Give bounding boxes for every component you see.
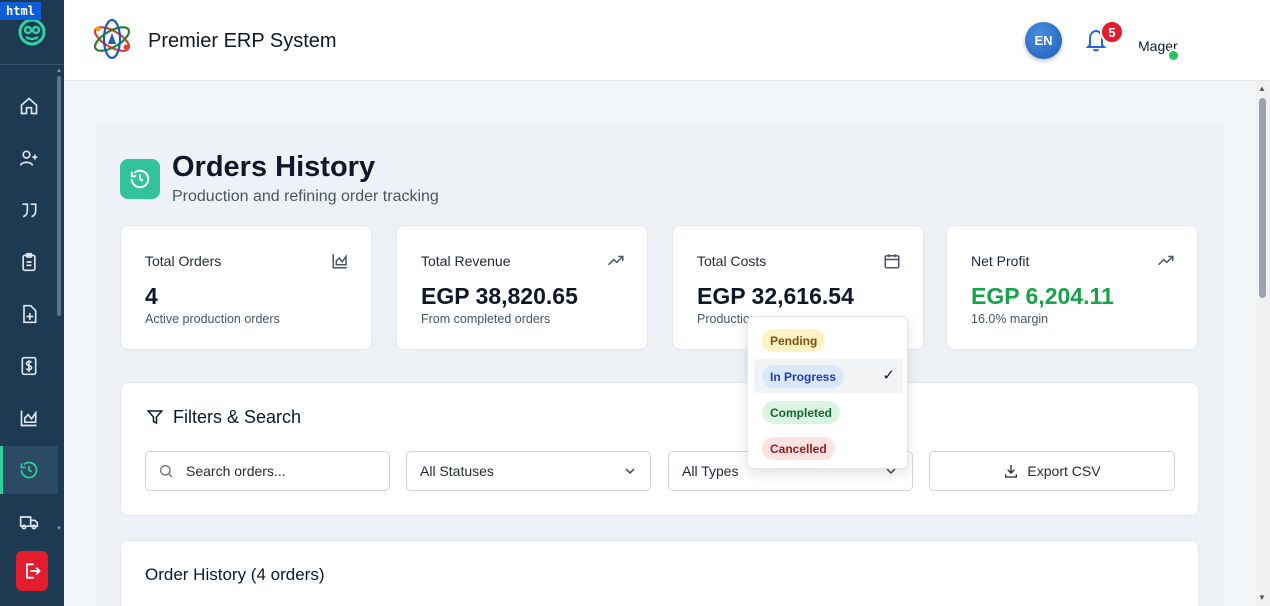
- export-csv-label: Export CSV: [1027, 463, 1101, 479]
- status-option-pending[interactable]: Pending: [754, 323, 903, 357]
- sidebar: ▲ ▼: [0, 0, 64, 606]
- logout-button[interactable]: [16, 551, 48, 591]
- status-dropdown-menu: Pending In Progress ✓ Completed Cancelle…: [747, 316, 908, 469]
- sidebar-item-new-document[interactable]: [0, 290, 58, 338]
- page-title: Orders History: [172, 151, 376, 183]
- truck-icon: [19, 516, 39, 530]
- calendar-icon: [884, 254, 900, 269]
- page-subtitle: Production and refining order tracking: [172, 188, 439, 205]
- history-icon: [20, 461, 38, 479]
- sidebar-item-finance[interactable]: [0, 342, 58, 390]
- home-icon: [20, 97, 38, 115]
- sidebar-divider: [0, 64, 64, 65]
- filters-card: [120, 382, 1199, 516]
- logout-icon: [26, 563, 41, 579]
- stat-note: 16.0% margin: [971, 312, 1049, 326]
- chevron-down-icon: [625, 468, 635, 475]
- sidebar-scroll-up-icon[interactable]: ▲: [56, 68, 62, 74]
- notification-count-badge: 5: [1100, 20, 1124, 44]
- stat-label: Total Orders: [145, 253, 222, 269]
- filters-title: Filters & Search: [173, 407, 302, 427]
- clipboard-icon: [22, 252, 36, 272]
- stat-card-total-orders: Total Orders 4 Active production orders: [120, 225, 372, 350]
- page-scroll-down-icon[interactable]: ▼: [1258, 593, 1266, 602]
- stat-label: Total Costs: [697, 253, 767, 269]
- sidebar-scroll-down-icon[interactable]: ▼: [56, 526, 62, 532]
- trending-up-icon: [607, 255, 624, 266]
- status-option-in-progress[interactable]: In Progress ✓: [754, 359, 903, 393]
- quote-icon: [22, 203, 37, 218]
- language-button[interactable]: EN: [1025, 22, 1062, 59]
- status-pill: In Progress: [762, 365, 845, 388]
- sidebar-item-add-user[interactable]: [0, 134, 58, 182]
- brand-logo-icon: [93, 18, 131, 60]
- stat-note: Active production orders: [145, 312, 280, 326]
- stat-label: Net Profit: [971, 253, 1030, 269]
- page-scrollbar-thumb[interactable]: [1259, 98, 1266, 298]
- check-icon: ✓: [882, 367, 895, 384]
- stat-label: Total Revenue: [421, 253, 511, 269]
- sidebar-item-quotes[interactable]: [0, 186, 58, 234]
- sidebar-item-delivery[interactable]: [0, 498, 58, 546]
- status-select[interactable]: All Statuses: [406, 451, 651, 491]
- sidebar-item-clipboard[interactable]: [0, 238, 58, 286]
- sidebar-item-reports[interactable]: [0, 394, 58, 442]
- sidebar-scrollbar[interactable]: [57, 76, 61, 316]
- dollar-icon: [21, 356, 37, 376]
- stat-value: EGP 6,204.11: [971, 283, 1114, 309]
- stat-note: From completed orders: [421, 312, 551, 326]
- stat-value: EGP 38,820.65: [421, 283, 578, 309]
- chart-icon: [20, 410, 37, 427]
- download-icon: [1005, 465, 1018, 478]
- stat-value: 4: [145, 283, 158, 309]
- status-pill: Cancelled: [762, 437, 835, 460]
- status-pill: Pending: [762, 329, 826, 352]
- search-icon: [160, 465, 173, 478]
- export-csv-button[interactable]: Export CSV: [929, 451, 1175, 491]
- stat-card-total-revenue: Total Revenue EGP 38,820.65 From complet…: [396, 225, 648, 350]
- trending-up-icon: [1157, 255, 1174, 266]
- add-user-icon: [19, 150, 38, 166]
- sidebar-item-orders-history[interactable]: [0, 446, 58, 494]
- stat-card-net-profit: Net Profit EGP 6,204.11 16.0% margin: [946, 225, 1198, 350]
- search-input[interactable]: Search orders...: [145, 451, 390, 491]
- file-plus-icon: [23, 304, 37, 324]
- status-pill: Completed: [762, 401, 841, 424]
- status-option-cancelled[interactable]: Cancelled: [754, 431, 903, 465]
- stat-value: EGP 32,616.54: [697, 283, 854, 309]
- filter-icon: [146, 410, 164, 425]
- html-debug-badge: html: [0, 2, 41, 20]
- order-history-title: Order History (4 orders): [145, 565, 325, 584]
- app-title: Premier ERP System: [148, 30, 337, 52]
- orders-history-icon: [120, 159, 160, 199]
- chart-icon: [332, 254, 347, 269]
- status-option-completed[interactable]: Completed: [754, 395, 903, 429]
- online-status-dot: [1167, 49, 1180, 62]
- sidebar-item-home[interactable]: [0, 82, 58, 130]
- page-scroll-up-icon[interactable]: ▲: [1258, 84, 1266, 93]
